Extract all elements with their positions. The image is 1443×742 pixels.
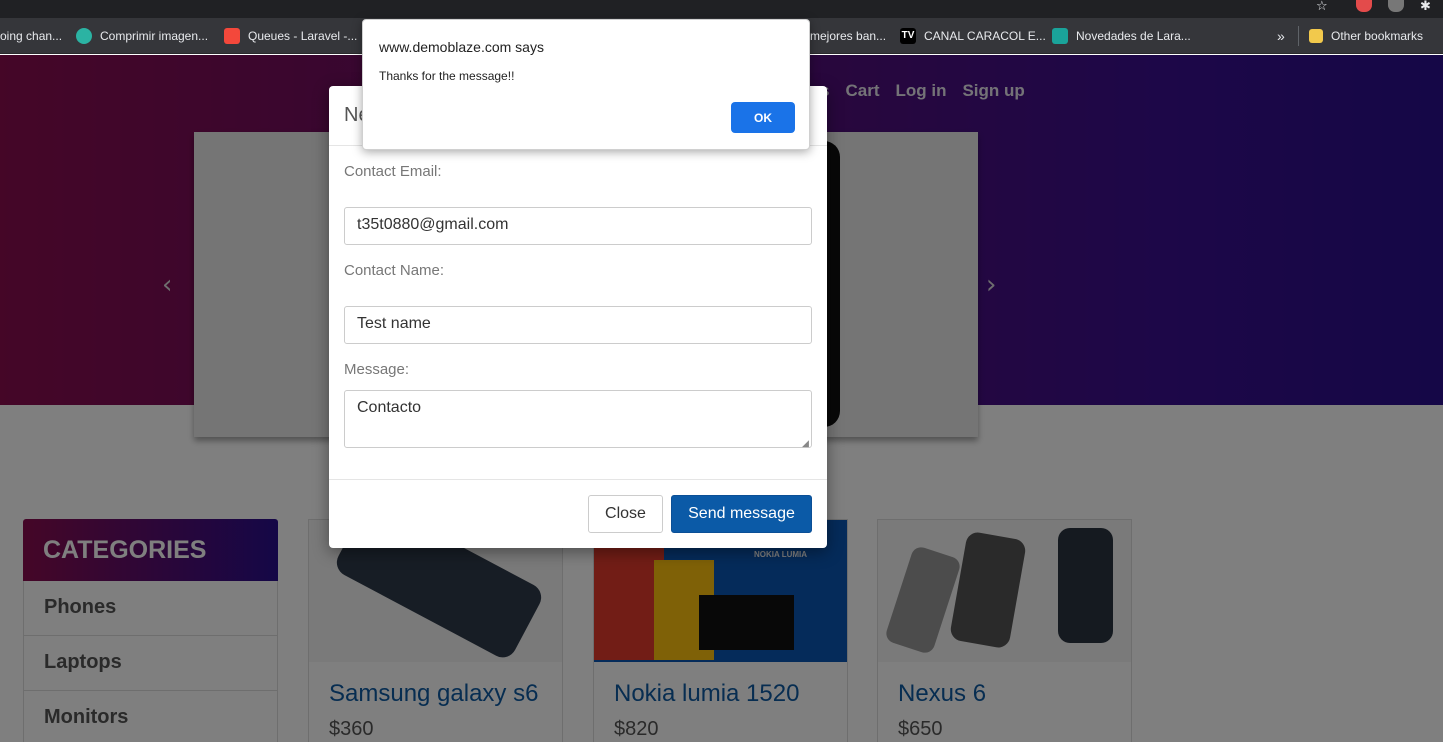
divider xyxy=(1298,26,1299,46)
name-label: Contact Name: xyxy=(344,262,445,279)
email-field[interactable]: t35t0880@gmail.com xyxy=(344,207,812,245)
contact-modal: Ne Contact Email: t35t0880@gmail.com Con… xyxy=(329,86,827,548)
bookmark-label: mejores ban... xyxy=(810,29,887,43)
email-label: Contact Email: xyxy=(344,163,442,180)
resize-handle-icon[interactable]: ◢ xyxy=(802,438,809,449)
extension-badge-icon[interactable] xyxy=(1356,0,1372,12)
name-field[interactable]: Test name xyxy=(344,306,812,344)
alert-message: Thanks for the message!! xyxy=(379,69,515,83)
alert-origin: www.demoblaze.com says xyxy=(379,39,544,55)
ok-button[interactable]: OK xyxy=(731,102,795,133)
other-bookmarks-label: Other bookmarks xyxy=(1331,29,1424,43)
bookmark-item[interactable]: TV CANAL CARACOL E... xyxy=(900,18,1046,54)
browser-tab-strip: ☆ ✱ xyxy=(0,0,1443,18)
message-textarea[interactable]: Contacto xyxy=(344,390,812,448)
bookmarks-overflow-button[interactable]: » xyxy=(1277,18,1285,54)
folder-icon xyxy=(1309,29,1323,43)
overflow-icon: » xyxy=(1277,28,1285,44)
modal-footer: Close Send message xyxy=(329,479,827,548)
bookmark-label: Queues - Laravel -... xyxy=(248,29,358,43)
bookmark-item[interactable]: Novedades de Lara... xyxy=(1052,18,1191,54)
laravel-icon xyxy=(224,28,240,44)
bookmark-favicon-icon xyxy=(1052,28,1068,44)
bookmark-item[interactable]: Queues - Laravel -... xyxy=(224,18,357,54)
bookmark-favicon-icon xyxy=(76,28,92,44)
message-label: Message: xyxy=(344,361,410,378)
close-button[interactable]: Close xyxy=(588,495,663,533)
browser-alert-dialog: www.demoblaze.com says Thanks for the me… xyxy=(362,19,810,150)
bookmark-label: oing chan... xyxy=(0,29,63,43)
tv-icon: TV xyxy=(900,28,916,44)
bookmark-item[interactable]: oing chan... xyxy=(0,18,62,54)
bookmark-label: Novedades de Lara... xyxy=(1076,29,1191,43)
bookmark-item[interactable]: Comprimir imagen... xyxy=(76,18,208,54)
bookmark-label: Comprimir imagen... xyxy=(100,29,209,43)
bookmark-label: CANAL CARACOL E... xyxy=(924,29,1046,43)
puzzle-icon[interactable]: ✱ xyxy=(1420,0,1431,14)
star-icon[interactable]: ☆ xyxy=(1316,0,1328,14)
send-message-button[interactable]: Send message xyxy=(671,495,812,533)
extension-icon[interactable] xyxy=(1388,0,1404,12)
bookmark-item[interactable]: mejores ban... xyxy=(810,18,886,54)
other-bookmarks-folder[interactable]: Other bookmarks xyxy=(1309,18,1423,54)
